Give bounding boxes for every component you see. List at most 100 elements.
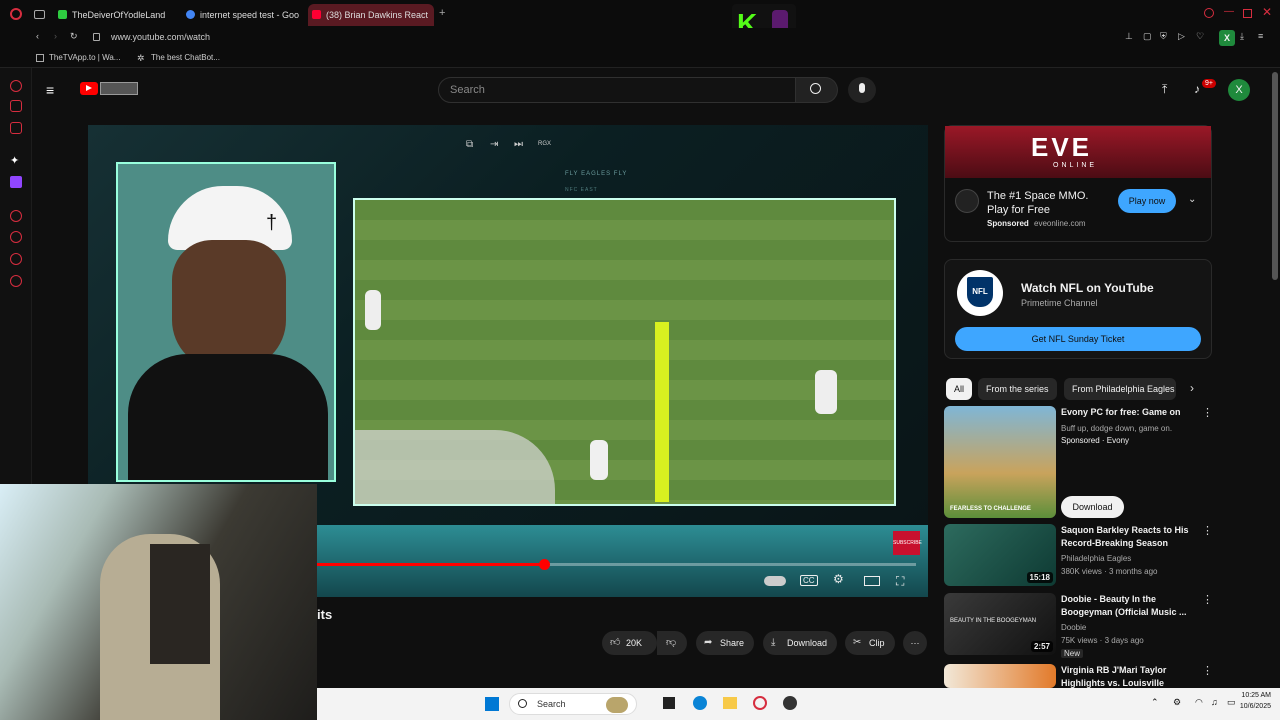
rec-title[interactable]: Evony PC for free: Game on [1061, 406, 1201, 419]
bookmark-0[interactable]: TheTVApp.to | Wa... [49, 53, 120, 62]
forward-icon[interactable]: › [54, 31, 57, 41]
heart-icon[interactable]: ♡ [1196, 31, 1204, 42]
new-tab-icon[interactable]: + [439, 7, 445, 19]
tray-chevron-icon[interactable]: ⌃ [1151, 697, 1159, 708]
rec-title[interactable]: Doobie - Beauty In the Boogeyman (Offici… [1061, 593, 1201, 619]
opera-gx-icon[interactable] [753, 696, 767, 710]
eve-ad-title[interactable]: The #1 Space MMO. Play for Free [987, 189, 1112, 217]
play-now-button[interactable]: Play now [1118, 189, 1176, 213]
search-input[interactable]: Search [438, 77, 796, 103]
task-view-icon[interactable] [663, 697, 675, 709]
snapshot-icon[interactable]: ▢ [1143, 31, 1152, 42]
host-face [172, 240, 286, 370]
clock-time[interactable]: 10:25 AM [1221, 692, 1271, 699]
back-icon[interactable]: ‹ [36, 31, 39, 41]
play-icon[interactable]: ▷ [1178, 31, 1185, 42]
instagram-icon[interactable] [10, 122, 22, 134]
messenger-icon[interactable] [10, 100, 22, 112]
video-title-fragment: its [317, 607, 333, 622]
obs-icon[interactable] [783, 696, 797, 710]
like-button[interactable]: 👍︎ 20K [602, 631, 657, 655]
search-tabs-icon[interactable] [1204, 8, 1214, 18]
windows-start-icon[interactable] [485, 697, 499, 711]
edge-icon[interactable] [693, 696, 707, 710]
settings-gear-icon[interactable]: ⚙ [833, 572, 844, 586]
profile-button[interactable]: X [1219, 30, 1235, 46]
player-icon[interactable] [10, 210, 22, 222]
volume-icon[interactable]: ♫ [1211, 697, 1218, 707]
taskbar-search[interactable]: Search [509, 693, 637, 715]
more-vertical-icon[interactable]: ⋮ [1202, 593, 1213, 606]
download-icon[interactable]: ⤓ [1240, 31, 1244, 42]
youtube-logo-icon[interactable] [80, 82, 98, 95]
extensions-icon[interactable] [10, 253, 22, 265]
close-icon[interactable]: ✕ [1262, 5, 1272, 19]
thumbnail[interactable]: FEARLESS TO CHALLENGE [944, 406, 1056, 518]
wifi-icon[interactable]: ◠ [1195, 697, 1203, 708]
tab-0[interactable]: TheDeiverOfYodleLand [54, 4, 172, 26]
popout-icon[interactable]: ⇥ [490, 139, 498, 150]
settings-icon[interactable] [10, 275, 22, 287]
captions-icon[interactable]: CC [800, 575, 818, 586]
chip-all[interactable]: All [946, 378, 973, 400]
aria-icon[interactable]: ✦ [10, 154, 19, 167]
thumbnail[interactable] [944, 664, 1056, 688]
theater-mode-icon[interactable] [864, 576, 880, 586]
minimize-icon[interactable]: — [1224, 6, 1234, 17]
search-button[interactable] [796, 77, 838, 103]
chip-from-series[interactable]: From the series [978, 378, 1057, 400]
download-ad-button[interactable]: Download [1061, 496, 1124, 518]
more-actions-button[interactable]: ··· [903, 631, 927, 655]
bell-icon[interactable]: ♪ [1194, 82, 1200, 96]
list-item[interactable]: Virginia RB J'Mari Taylor Highlights vs.… [944, 664, 1212, 688]
avatar[interactable]: X [1228, 79, 1250, 101]
reload-icon[interactable]: ↻ [70, 31, 78, 42]
list-item[interactable]: FEARLESS TO CHALLENGE Evony PC for free:… [944, 406, 1213, 520]
opera-menu-icon[interactable] [10, 8, 22, 20]
clip-button[interactable]: ✂ Clip [845, 631, 895, 655]
file-explorer-icon[interactable] [723, 697, 737, 709]
voice-search-button[interactable] [848, 77, 876, 103]
thumbnail[interactable]: BEAUTY IN THE BOOGEYMAN 2:57 [944, 593, 1056, 655]
chevron-down-icon[interactable]: ⌄ [1188, 194, 1196, 205]
history-icon[interactable] [10, 231, 22, 243]
more-vertical-icon[interactable]: ⋮ [1202, 524, 1213, 537]
pin-icon[interactable]: ⊥ [1125, 31, 1133, 42]
tab-2-active[interactable]: (38) Brian Dawkins React [308, 4, 434, 26]
maximize-icon[interactable] [1243, 9, 1252, 18]
url-field[interactable]: www.youtube.com/watch [111, 32, 210, 42]
more-vertical-icon[interactable]: ⋮ [1202, 664, 1212, 677]
fullscreen-icon[interactable]: ⛶ [896, 574, 904, 589]
tab-1[interactable]: internet speed test - Goo [182, 4, 300, 26]
dislike-button[interactable]: 👎︎ [657, 631, 687, 655]
tray-app-icon[interactable]: ⚙ [1173, 697, 1181, 708]
twitch-icon[interactable] [10, 176, 22, 188]
menu-icon[interactable]: ≡ [1258, 31, 1263, 41]
bookmark-1[interactable]: The best ChatBot... [151, 53, 220, 62]
chip-from-eagles[interactable]: From Philadelphia Eagles [1064, 378, 1176, 400]
eve-banner[interactable]: EVE ONLINE [945, 126, 1211, 178]
download-button[interactable]: ⤓ Download [763, 631, 838, 655]
miniplayer-icon[interactable]: ⧉ [466, 139, 473, 150]
nfl-sunday-ticket-button[interactable]: Get NFL Sunday Ticket [955, 327, 1201, 351]
list-item[interactable]: 15:18 Saquon Barkley Reacts to His Recor… [944, 524, 1213, 588]
shield-icon[interactable]: ⛨ [1160, 31, 1167, 42]
more-vertical-icon[interactable]: ⋮ [1202, 406, 1213, 419]
workspace-icon[interactable] [34, 10, 45, 19]
rec-title[interactable]: Saquon Barkley Reacts to His Record-Brea… [1061, 524, 1201, 550]
autoplay-toggle[interactable] [764, 576, 786, 586]
opera-icon[interactable] [10, 80, 22, 92]
thumbnail[interactable]: 15:18 [944, 524, 1056, 586]
rgx-icon[interactable]: RGX [538, 141, 551, 147]
chevron-right-icon[interactable]: › [1190, 381, 1194, 395]
hamburger-icon[interactable]: ≡ [46, 82, 54, 98]
next-icon[interactable]: ⏭ [514, 139, 523, 150]
scrollbar[interactable] [1272, 72, 1278, 280]
list-item[interactable]: BEAUTY IN THE BOOGEYMAN 2:57 Doobie - Be… [944, 593, 1213, 658]
upload-icon[interactable]: ⤒ [1162, 82, 1167, 97]
player-shape [365, 290, 381, 330]
scrubber-handle[interactable] [539, 559, 550, 570]
clock-date[interactable]: 10/6/2025 [1221, 703, 1271, 710]
share-button[interactable]: ➦ Share [696, 631, 755, 655]
rec-title[interactable]: Virginia RB J'Mari Taylor Highlights vs.… [1061, 664, 1201, 688]
